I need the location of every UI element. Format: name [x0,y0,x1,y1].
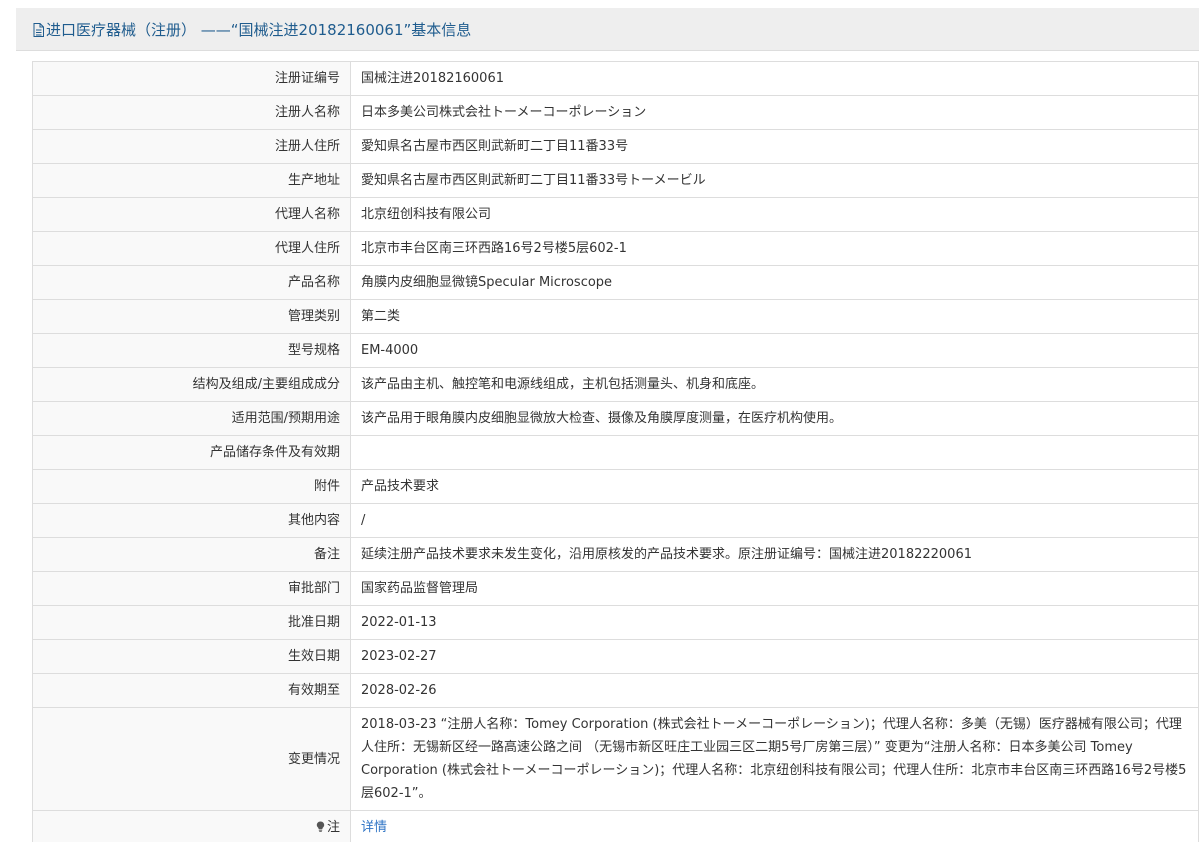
row-label: 审批部门 [32,571,351,606]
row-label: 注册证编号 [32,61,351,96]
row-value: 详情 [350,810,1199,842]
row-value: 产品技术要求 [350,469,1199,504]
row-value: 2022-01-13 [350,605,1199,640]
row-label: 其他内容 [32,503,351,538]
row-label: 注册人住所 [32,129,351,164]
row-label: 适用范围/预期用途 [32,401,351,436]
table-row: 管理类别 第二类 [32,299,1199,334]
row-value: 愛知県名古屋市西区則武新町二丁目11番33号トーメービル [350,163,1199,198]
table-row: 适用范围/预期用途 该产品用于眼角膜内皮细胞显微放大检查、摄像及角膜厚度测量，在… [32,401,1199,436]
table-row: 生效日期 2023-02-27 [32,639,1199,674]
row-value: 第二类 [350,299,1199,334]
row-value: 角膜内皮细胞显微镜Specular Microscope [350,265,1199,300]
row-label: 代理人住所 [32,231,351,266]
table-row: 有效期至 2028-02-26 [32,673,1199,708]
row-label: 管理类别 [32,299,351,334]
row-value: / [350,503,1199,538]
row-value: 北京市丰台区南三环西路16号2号楼5层602-1 [350,231,1199,266]
row-value: 2023-02-27 [350,639,1199,674]
info-table: 注册证编号 国械注进20182160061 注册人名称 日本多美公司株式会社トー… [32,61,1199,842]
table-row: 结构及组成/主要组成成分 该产品由主机、触控笔和电源线组成，主机包括测量头、机身… [32,367,1199,402]
page-header: 进口医疗器械（注册） ——“国械注进20182160061”基本信息 [16,8,1199,51]
row-value: EM-4000 [350,333,1199,368]
row-value: 国械注进20182160061 [350,61,1199,96]
table-row: 产品名称 角膜内皮细胞显微镜Specular Microscope [32,265,1199,300]
table-row: 其他内容 / [32,503,1199,538]
row-value [350,435,1199,470]
row-value: 该产品用于眼角膜内皮细胞显微放大检查、摄像及角膜厚度测量，在医疗机构使用。 [350,401,1199,436]
page: 进口医疗器械（注册） ——“国械注进20182160061”基本信息 注册证编号… [0,0,1199,842]
row-value: 该产品由主机、触控笔和电源线组成，主机包括测量头、机身和底座。 [350,367,1199,402]
row-label: 代理人名称 [32,197,351,232]
page-title-text: 进口医疗器械（注册） ——“国械注进20182160061”基本信息 [46,21,472,39]
table-row: 注册人住所 愛知県名古屋市西区則武新町二丁目11番33号 [32,129,1199,164]
row-value: 愛知県名古屋市西区則武新町二丁目11番33号 [350,129,1199,164]
row-label: 生效日期 [32,639,351,674]
row-label: 批准日期 [32,605,351,640]
table-row-note: 注 详情 [32,810,1199,842]
row-label: 产品储存条件及有效期 [32,435,351,470]
row-label: 型号规格 [32,333,351,368]
table-row: 附件 产品技术要求 [32,469,1199,504]
page-title: 进口医疗器械（注册） ——“国械注进20182160061”基本信息 [33,19,471,40]
table-row: 代理人名称 北京纽创科技有限公司 [32,197,1199,232]
row-value: 2028-02-26 [350,673,1199,708]
row-value: 北京纽创科技有限公司 [350,197,1199,232]
row-label: 变更情况 [32,707,351,811]
table-row: 审批部门 国家药品监督管理局 [32,571,1199,606]
table-row: 产品储存条件及有效期 [32,435,1199,470]
table-row: 注册人名称 日本多美公司株式会社トーメーコーポレーション [32,95,1199,130]
table-row: 备注 延续注册产品技术要求未发生变化，沿用原核发的产品技术要求。原注册证编号：国… [32,537,1199,572]
row-label: 备注 [32,537,351,572]
row-value: 2018-03-23 “注册人名称：Tomey Corporation (株式会… [350,707,1199,811]
row-label: 产品名称 [32,265,351,300]
row-value: 日本多美公司株式会社トーメーコーポレーション [350,95,1199,130]
detail-panel: 注册证编号 国械注进20182160061 注册人名称 日本多美公司株式会社トー… [16,51,1199,842]
table-row: 型号规格 EM-4000 [32,333,1199,368]
table-row-change-history: 变更情况 2018-03-23 “注册人名称：Tomey Corporation … [32,707,1199,811]
table-row: 生产地址 愛知県名古屋市西区則武新町二丁目11番33号トーメービル [32,163,1199,198]
table-row: 注册证编号 国械注进20182160061 [32,61,1199,96]
row-label: 有效期至 [32,673,351,708]
row-value: 国家药品监督管理局 [350,571,1199,606]
lightbulb-icon [316,821,325,832]
row-label: 附件 [32,469,351,504]
details-link[interactable]: 详情 [361,820,387,835]
row-label: 结构及组成/主要组成成分 [32,367,351,402]
table-row: 代理人住所 北京市丰台区南三环西路16号2号楼5层602-1 [32,231,1199,266]
row-label: 生产地址 [32,163,351,198]
document-icon [33,22,44,37]
row-label: 注 [32,810,351,842]
row-value: 延续注册产品技术要求未发生变化，沿用原核发的产品技术要求。原注册证编号：国械注进… [350,537,1199,572]
row-label: 注册人名称 [32,95,351,130]
table-row: 批准日期 2022-01-13 [32,605,1199,640]
note-label: 注 [326,820,340,835]
